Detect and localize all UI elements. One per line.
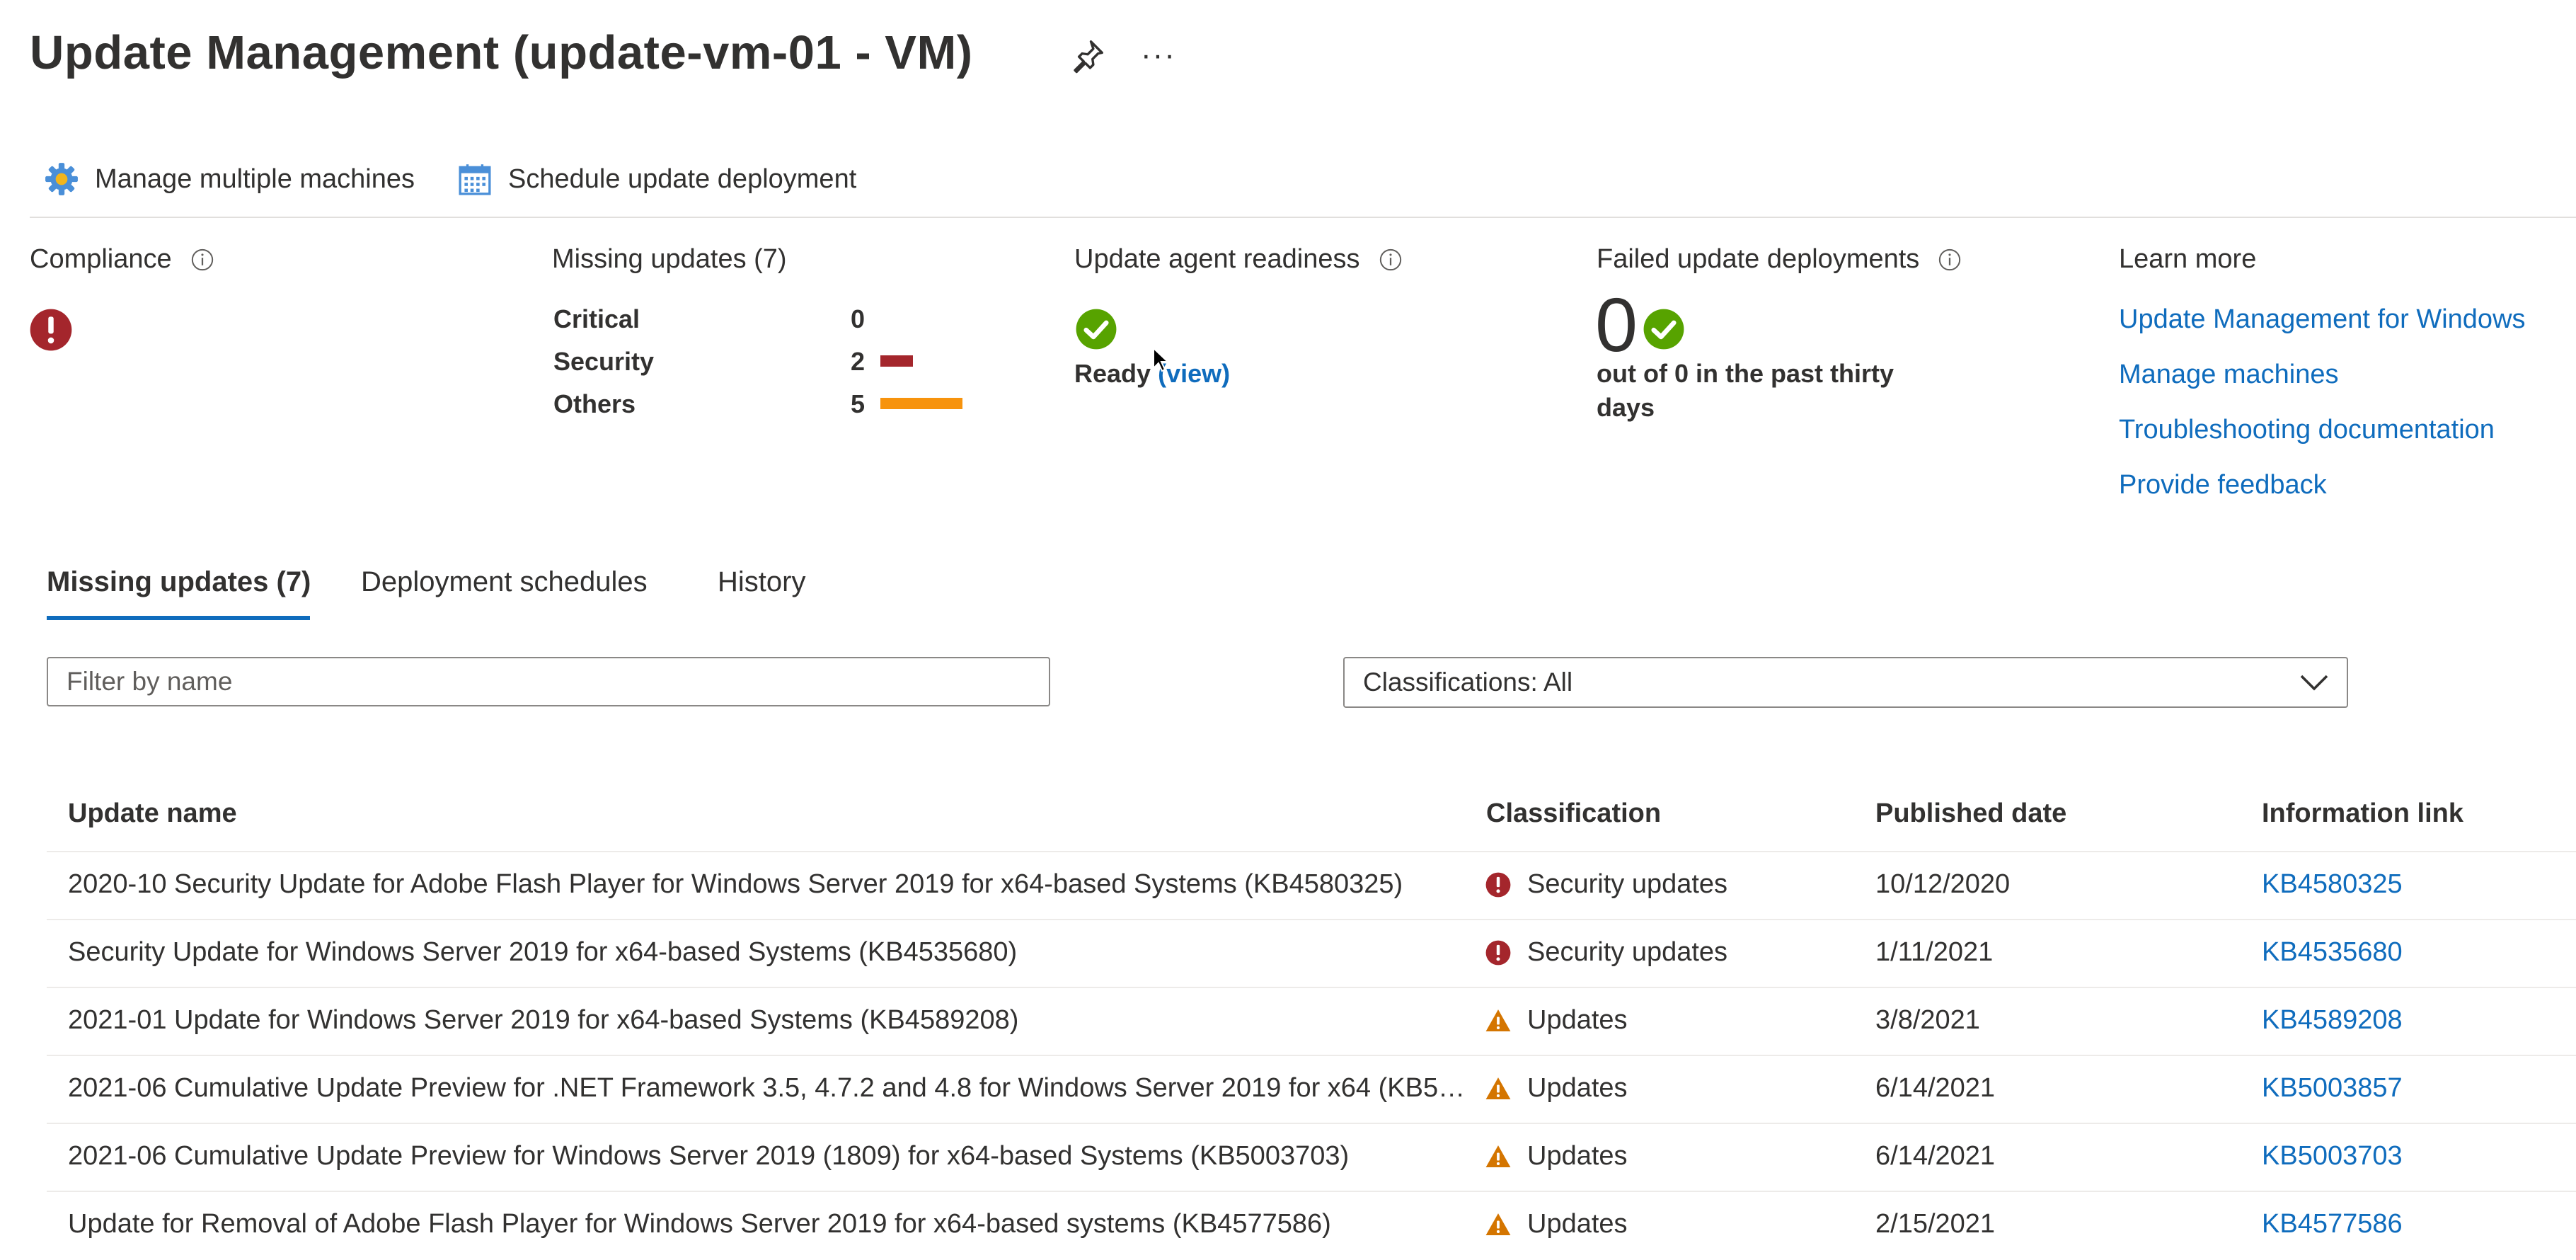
info-icon[interactable]: [1379, 248, 1403, 272]
update-name-cell: 2021-01 Update for Windows Server 2019 f…: [68, 1005, 1019, 1035]
security-count: 2: [851, 347, 866, 376]
failed-deployments-label-text: Failed update deployments: [1597, 244, 1920, 274]
failed-description: out of 0 in the past thirty days: [1597, 359, 1894, 422]
chevron-down-icon: [2300, 675, 2328, 691]
information-link[interactable]: KB4580325: [2262, 869, 2403, 900]
critical-count: 0: [851, 304, 866, 333]
classification-cell: Updates: [1485, 1073, 1628, 1104]
error-icon: [30, 309, 72, 351]
classifications-value: Classifications: All: [1363, 668, 1573, 697]
published-date-cell: 6/14/2021: [1875, 1073, 1996, 1103]
link-manage-machines[interactable]: Manage machines: [2119, 360, 2339, 390]
warning-icon: [1485, 1213, 1511, 1235]
update-name-cell: 2021-06 Cumulative Update Preview for Wi…: [68, 1141, 1350, 1171]
classification-text: Security updates: [1527, 937, 1728, 967]
compliance-label-text: Compliance: [30, 244, 172, 274]
information-link[interactable]: KB5003703: [2262, 1141, 2403, 1172]
manage-multiple-machines-button[interactable]: Manage multiple machines: [44, 154, 415, 204]
check-icon: [1643, 309, 1684, 350]
update-name-cell: Security Update for Windows Server 2019 …: [68, 937, 1018, 967]
warning-icon: [1485, 1077, 1511, 1099]
tab-deployment-schedules[interactable]: Deployment schedules: [361, 566, 648, 598]
table-row[interactable]: 2021-06 Cumulative Update Preview for .N…: [47, 1056, 2576, 1124]
classification-cell: Updates: [1485, 1209, 1628, 1239]
pin-icon[interactable]: [1069, 37, 1107, 75]
mouse-cursor-icon: [1153, 347, 1169, 372]
table-row[interactable]: 2021-06 Cumulative Update Preview for Wi…: [47, 1124, 2576, 1192]
update-name-cell: 2020-10 Security Update for Adobe Flash …: [68, 869, 1403, 899]
schedule-update-deployment-label: Schedule update deployment: [508, 164, 857, 194]
toolbar-divider: [30, 217, 2576, 218]
tab-history[interactable]: History: [718, 566, 805, 598]
information-link[interactable]: KB5003857: [2262, 1073, 2403, 1104]
error-icon: [1485, 940, 1511, 965]
published-date-cell: 1/11/2021: [1875, 937, 1994, 967]
page-title: Update Management (update-vm-01 - VM): [30, 26, 973, 79]
link-troubleshooting-documentation[interactable]: Troubleshooting documentation: [2119, 415, 2495, 445]
classification-cell: Security updates: [1485, 869, 1727, 900]
agent-status-text: Ready: [1074, 359, 1151, 388]
error-icon: [1485, 872, 1511, 897]
published-date-cell: 10/12/2020: [1875, 869, 2011, 899]
warning-icon: [1485, 1145, 1511, 1167]
classification-cell: Security updates: [1485, 937, 1727, 968]
agent-readiness-label: Update agent readiness: [1074, 244, 1403, 275]
critical-label: Critical: [553, 304, 640, 333]
link-update-management-windows[interactable]: Update Management for Windows: [2119, 304, 2526, 335]
filter-by-name-input[interactable]: Filter by name: [47, 657, 1050, 706]
table-row[interactable]: Update for Removal of Adobe Flash Player…: [47, 1192, 2576, 1260]
link-provide-feedback[interactable]: Provide feedback: [2119, 470, 2327, 500]
tab-missing-updates[interactable]: Missing updates (7): [47, 566, 311, 598]
published-date-cell: 3/8/2021: [1875, 1005, 1980, 1035]
classification-text: Security updates: [1527, 869, 1728, 899]
schedule-update-deployment-button[interactable]: Schedule update deployment: [457, 154, 856, 204]
column-header-classification[interactable]: Classification: [1486, 798, 1661, 829]
column-header-information-link[interactable]: Information link: [2262, 798, 2463, 829]
column-header-update-name[interactable]: Update name: [68, 798, 237, 829]
classification-cell: Updates: [1485, 1005, 1628, 1036]
gear-icon: [45, 163, 78, 195]
table-row[interactable]: Security Update for Windows Server 2019 …: [47, 920, 2576, 988]
information-link[interactable]: KB4577586: [2262, 1209, 2403, 1239]
agent-readiness-label-text: Update agent readiness: [1074, 244, 1360, 274]
published-date-cell: 6/14/2021: [1875, 1141, 1996, 1171]
compliance-label: Compliance: [30, 244, 214, 275]
update-name-cell: Update for Removal of Adobe Flash Player…: [68, 1209, 1331, 1239]
security-label: Security: [553, 347, 655, 376]
security-bar: [880, 355, 913, 367]
manage-multiple-machines-label: Manage multiple machines: [95, 164, 415, 194]
others-count: 5: [851, 389, 866, 418]
calendar-icon: [459, 164, 491, 195]
column-header-published-date[interactable]: Published date: [1875, 798, 2066, 829]
check-icon: [1076, 309, 1117, 350]
warning-icon: [1485, 1009, 1511, 1031]
classification-text: Updates: [1527, 1005, 1628, 1035]
classification-cell: Updates: [1485, 1141, 1628, 1172]
update-name-cell: 2021-06 Cumulative Update Preview for .N…: [68, 1073, 1466, 1103]
active-tab-indicator: [47, 616, 310, 620]
table-row[interactable]: 2020-10 Security Update for Adobe Flash …: [47, 852, 2576, 920]
information-link[interactable]: KB4589208: [2262, 1005, 2403, 1036]
missing-updates-label: Missing updates (7): [552, 244, 787, 274]
classification-text: Updates: [1527, 1141, 1628, 1171]
info-icon[interactable]: [190, 248, 214, 272]
learn-more-label: Learn more: [2119, 244, 2257, 274]
others-bar: [880, 398, 962, 409]
published-date-cell: 2/15/2021: [1875, 1209, 1996, 1239]
table-row[interactable]: 2021-01 Update for Windows Server 2019 f…: [47, 988, 2576, 1056]
more-options-icon[interactable]: ···: [1141, 40, 1176, 71]
information-link[interactable]: KB4535680: [2262, 937, 2403, 968]
info-icon[interactable]: [1938, 248, 1962, 272]
classification-text: Updates: [1527, 1073, 1628, 1103]
failed-deployments-label: Failed update deployments: [1597, 244, 1962, 275]
failed-count: 0: [1595, 282, 1638, 367]
classifications-select[interactable]: Classifications: All: [1343, 657, 2348, 708]
others-label: Others: [553, 389, 636, 418]
classification-text: Updates: [1527, 1209, 1628, 1239]
